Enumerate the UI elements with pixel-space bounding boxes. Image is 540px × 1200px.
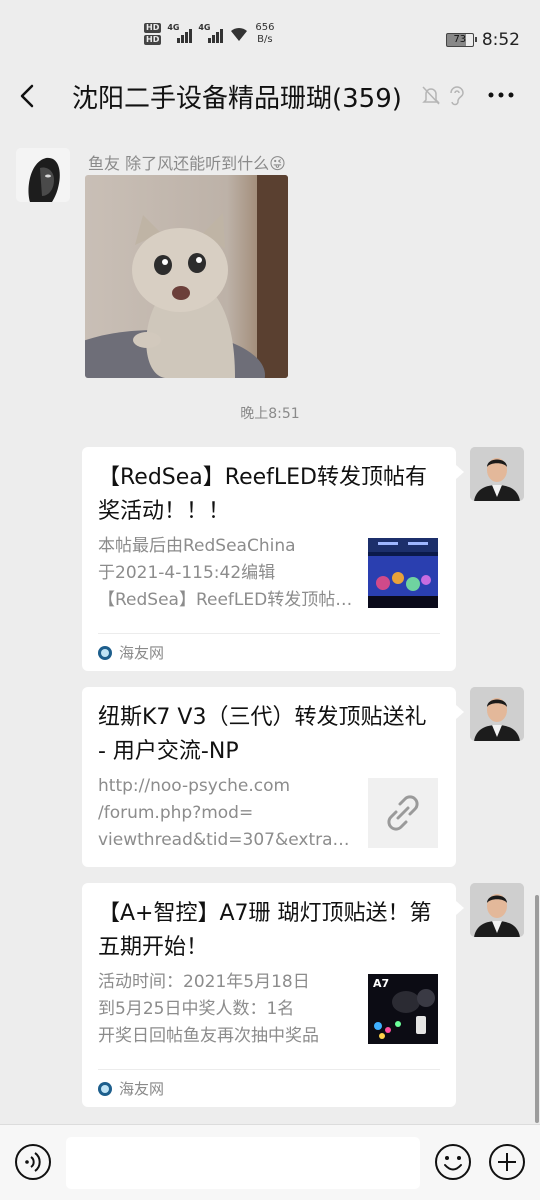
card-title: 【A+智控】A7珊 瑚灯顶贴送！第五期开始！: [98, 901, 432, 960]
sender-name: 鱼友: [88, 154, 121, 173]
net-speed: 656 B/s: [255, 22, 274, 46]
card-description: 活动时间：2021年5月18日 到5月25日中奖人数：1名 开奖日回帖鱼友再次抽…: [98, 969, 358, 1050]
card-source: 海友网: [98, 633, 440, 671]
card-desc-line: http://noo-psyche.com: [98, 776, 291, 796]
net-speed-value: 656: [255, 22, 275, 33]
reef-aquarium-thumbnail: [368, 538, 438, 608]
input-bar: [0, 1124, 540, 1200]
message-text: 除了风还能听到什么😜: [125, 154, 286, 173]
status-right: 73 8:52: [445, 30, 520, 50]
message-input[interactable]: [66, 1137, 420, 1189]
card-description: http://noo-psyche.com /forum.php?mod= vi…: [98, 773, 358, 854]
net-speed-unit: B/s: [257, 34, 273, 45]
card-description: 本帖最后由RedSeaChina 于2021-4-115:42编辑 【RedSe…: [98, 533, 358, 614]
hd-badge: HD: [144, 23, 162, 33]
chat-title: 沈阳二手设备精品珊瑚(359): [72, 84, 402, 114]
my-avatar[interactable]: [470, 883, 524, 937]
back-arrow-icon[interactable]: [14, 80, 42, 112]
link-card[interactable]: 【RedSea】ReefLED转发顶帖有奖活动！！！ 本帖最后由RedSeaCh…: [82, 447, 464, 671]
voice-icon[interactable]: [14, 1143, 52, 1181]
status-time: 8:52: [481, 30, 520, 50]
hd-badge: HD: [144, 35, 162, 45]
more-icon[interactable]: [486, 84, 516, 106]
card-source: 海友网: [98, 1069, 440, 1107]
signal-icon: 4G: [167, 23, 193, 43]
source-name: 海友网: [119, 644, 165, 662]
wifi-icon: [231, 27, 248, 41]
source-logo-icon: [98, 645, 112, 660]
card-title: 纽斯K7 V3（三代）转发顶贴送礼 - 用户交流-NP: [98, 705, 427, 764]
signal-icon: 4G: [198, 23, 224, 43]
link-card[interactable]: 【A+智控】A7珊 瑚灯顶贴送！第五期开始！ 活动时间：2021年5月18日 到…: [82, 883, 464, 1107]
card-title: 【RedSea】ReefLED转发顶帖有奖活动！！！: [98, 465, 427, 524]
card-desc-line: viewthread&tid=307&extra=page: [98, 830, 358, 850]
link-icon: [368, 778, 438, 848]
link-card[interactable]: 纽斯K7 V3（三代）转发顶贴送礼 - 用户交流-NP http://noo-p…: [82, 687, 464, 867]
sender-avatar[interactable]: [16, 148, 70, 202]
message-photo[interactable]: [85, 175, 288, 378]
a7-light-product-thumbnail: A7: [368, 974, 438, 1044]
card-desc-line: 于2021-4-115:42编辑: [98, 563, 276, 583]
hd-badges: HD HD: [144, 23, 162, 45]
source-logo-icon: [98, 1081, 112, 1096]
card-desc-line: /forum.php?mod=: [98, 803, 254, 823]
battery-icon: 73: [445, 33, 477, 47]
message-header: 鱼友 除了风还能听到什么😜: [88, 150, 286, 174]
emoji-icon[interactable]: [434, 1143, 472, 1181]
thumb-label: A7: [373, 977, 390, 990]
card-desc-line: 到5月25日中奖人数：1名: [98, 999, 295, 1019]
ear-icon: [450, 86, 464, 106]
status-bar: HD HD 4G 4G 656 B/s 73 8:52: [0, 0, 540, 70]
status-left: HD HD 4G 4G 656 B/s: [144, 22, 274, 46]
signal-label: 4G: [198, 23, 211, 32]
plus-icon[interactable]: [488, 1143, 526, 1181]
card-desc-line: 本帖最后由RedSeaChina: [98, 536, 296, 556]
my-avatar[interactable]: [470, 687, 524, 741]
card-desc-line: 【RedSea】ReefLED转发顶帖有奖活动: [98, 590, 358, 610]
chat-header: 沈阳二手设备精品珊瑚(359): [0, 70, 540, 122]
scrollbar[interactable]: [535, 895, 539, 1123]
my-avatar[interactable]: [470, 447, 524, 501]
mute-bell-icon: [422, 86, 440, 105]
source-name: 海友网: [119, 1080, 165, 1098]
signal-label: 4G: [167, 23, 180, 32]
card-desc-line: 开奖日回帖鱼友再次抽中奖品: [98, 1026, 319, 1046]
time-divider: 晚上8:51: [240, 406, 300, 422]
card-desc-line: 活动时间：2021年5月18日: [98, 972, 310, 992]
